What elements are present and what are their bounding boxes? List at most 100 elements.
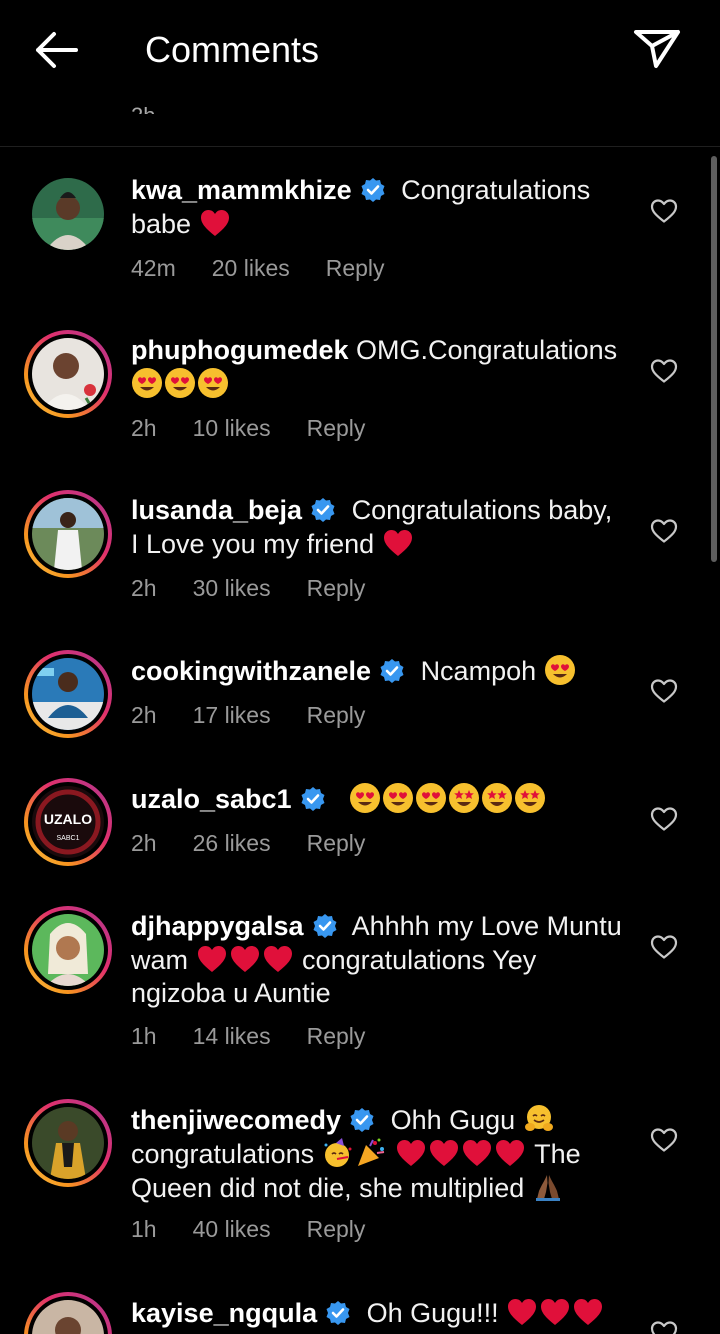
comment-username[interactable]: lusanda_beja <box>131 495 302 525</box>
like-heart-icon[interactable] <box>650 678 678 704</box>
red-heart-emoji-icon <box>382 527 414 559</box>
verified-badge-icon <box>349 1107 375 1133</box>
comment-text: congratulations <box>131 1139 315 1169</box>
red-heart-emoji-icon <box>196 943 228 975</box>
avatar[interactable] <box>32 178 104 250</box>
heart-eyes-emoji-icon <box>382 782 414 814</box>
avatar-image <box>32 1107 104 1179</box>
page-title: Comments <box>145 29 320 70</box>
comment-username[interactable]: phuphogumedek <box>131 335 349 365</box>
verified-badge-icon <box>310 497 336 523</box>
comment-time: 2h <box>131 575 157 601</box>
comment-body: kayise_ngqula Oh Gugu!!! <box>131 1296 626 1330</box>
avatar-logo-text: UZALO <box>44 811 92 827</box>
avatar[interactable]: UZALO SABC1 <box>24 778 112 866</box>
comment-username[interactable]: thenjiwecomedy <box>131 1105 341 1135</box>
comment-time: 1h <box>131 1216 157 1242</box>
reply-button[interactable]: Reply <box>307 1216 366 1242</box>
comment-username[interactable]: kayise_ngqula <box>131 1298 317 1328</box>
like-heart-icon[interactable] <box>650 1127 678 1153</box>
red-heart-emoji-icon <box>229 943 261 975</box>
reply-button[interactable]: Reply <box>307 415 366 441</box>
comment-body: cookingwithzanele Ncampoh <box>131 654 626 688</box>
red-heart-emoji-icon <box>395 1137 427 1169</box>
top-bar: Comments 2h <box>0 0 720 147</box>
reply-button[interactable]: Reply <box>307 575 366 601</box>
heart-eyes-emoji-icon <box>197 367 229 399</box>
scrollbar[interactable] <box>711 156 717 562</box>
comment-likes[interactable]: 10 likes <box>193 415 271 441</box>
like-heart-icon[interactable] <box>650 806 678 832</box>
avatar-image <box>32 178 104 250</box>
avatar[interactable] <box>24 490 112 578</box>
reply-button[interactable]: Reply <box>307 1023 366 1049</box>
red-heart-emoji-icon <box>262 943 294 975</box>
comment-item: djhappygalsa Ahhhh my Love Muntu wam con… <box>0 906 720 1081</box>
comment-likes[interactable]: 40 likes <box>193 1216 271 1242</box>
avatar[interactable] <box>24 1292 112 1334</box>
avatar-image: UZALO SABC1 <box>32 786 104 858</box>
like-heart-icon[interactable] <box>650 518 678 544</box>
avatar[interactable] <box>24 330 112 418</box>
reply-button[interactable]: Reply <box>307 830 366 856</box>
reply-button[interactable]: Reply <box>326 255 385 281</box>
heart-eyes-emoji-icon <box>131 367 163 399</box>
comment-likes[interactable]: 26 likes <box>193 830 271 856</box>
comment-item: lusanda_beja Congratulations baby, I Lov… <box>0 490 720 630</box>
comment-body: thenjiwecomedy Ohh Gugu congratulations … <box>131 1103 626 1205</box>
comment-likes[interactable]: 17 likes <box>193 702 271 728</box>
verified-badge-icon <box>300 786 326 812</box>
avatar[interactable] <box>24 650 112 738</box>
comment-username[interactable]: djhappygalsa <box>131 911 304 941</box>
like-heart-icon[interactable] <box>650 934 678 960</box>
comment-text: Oh Gugu!!! <box>366 1298 499 1328</box>
comment-time: 1h <box>131 1023 157 1049</box>
comment-body: kwa_mammkhize Congratulations babe <box>131 174 626 241</box>
direct-message-icon[interactable] <box>630 24 684 72</box>
heart-eyes-emoji-icon <box>164 367 196 399</box>
star-struck-emoji-icon <box>481 782 513 814</box>
avatar[interactable] <box>24 906 112 994</box>
comment-body: lusanda_beja Congratulations baby, I Lov… <box>131 494 626 561</box>
back-arrow-icon[interactable] <box>28 26 84 74</box>
avatar-image <box>32 658 104 730</box>
comment-text: Ohh Gugu <box>390 1105 516 1135</box>
avatar[interactable] <box>24 1099 112 1187</box>
hugging-face-emoji-icon <box>523 1103 555 1135</box>
comment-item: phuphogumedek OMG.Congratulations 2h 10 l… <box>0 330 720 470</box>
star-struck-emoji-icon <box>448 782 480 814</box>
comment-username[interactable]: kwa_mammkhize <box>131 175 352 205</box>
comment-text: OMG.Congratulations <box>356 335 618 365</box>
red-heart-emoji-icon <box>494 1137 526 1169</box>
party-popper-emoji-icon <box>355 1137 387 1169</box>
comment-item: kwa_mammkhize Congratulations babe 42m 20… <box>0 170 720 310</box>
comment-meta: 1h 40 likes Reply <box>131 1215 401 1243</box>
red-heart-emoji-icon <box>506 1296 538 1328</box>
comment-meta: 42m 20 likes Reply <box>131 254 421 282</box>
like-heart-icon[interactable] <box>650 358 678 384</box>
reply-button[interactable]: Reply <box>307 702 366 728</box>
comment-meta: 2h 26 likes Reply <box>131 829 401 857</box>
comment-meta: 1h 14 likes Reply <box>131 1022 401 1050</box>
avatar-image <box>32 914 104 986</box>
comment-item: kayise_ngqula Oh Gugu!!! <box>0 1292 720 1334</box>
comment-meta: 2h 10 likes Reply <box>131 414 401 442</box>
red-heart-emoji-icon <box>539 1296 571 1328</box>
avatar-image <box>32 498 104 570</box>
verified-badge-icon <box>379 658 405 684</box>
comment-text: congratulations Yey ngizoba u Auntie <box>131 945 537 1008</box>
comment-text: Ncampoh <box>420 656 537 686</box>
comment-likes[interactable]: 14 likes <box>193 1023 271 1049</box>
like-heart-icon[interactable] <box>650 1320 678 1334</box>
comment-time: 42m <box>131 255 176 281</box>
comment-username[interactable]: cookingwithzanele <box>131 656 371 686</box>
like-heart-icon[interactable] <box>650 198 678 224</box>
comment-body: uzalo_sabc1 <box>131 782 626 816</box>
verified-badge-icon <box>360 177 386 203</box>
folded-hands-emoji-icon <box>532 1171 564 1203</box>
comment-likes[interactable]: 20 likes <box>212 255 290 281</box>
comment-likes[interactable]: 30 likes <box>193 575 271 601</box>
comment-item: thenjiwecomedy Ohh Gugu congratulations … <box>0 1099 720 1274</box>
comment-username[interactable]: uzalo_sabc1 <box>131 784 292 814</box>
heart-eyes-emoji-icon <box>415 782 447 814</box>
